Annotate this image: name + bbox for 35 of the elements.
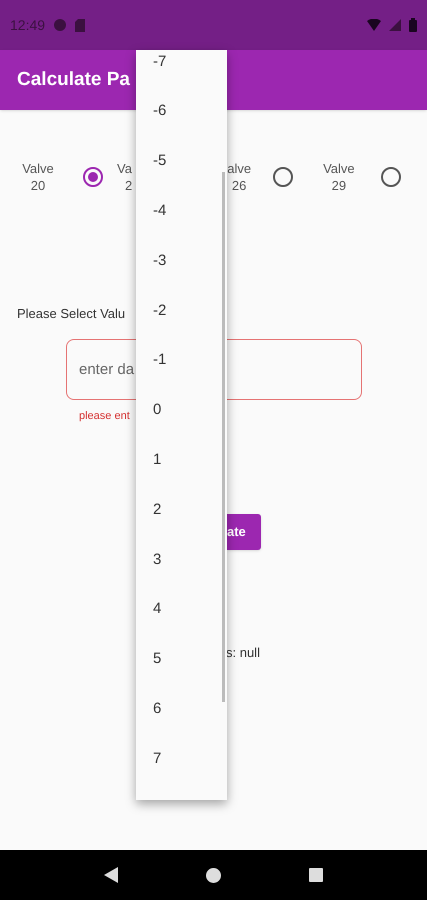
app-title: Calculate Pa <box>17 68 130 92</box>
menu-item[interactable]: -6 <box>136 86 220 137</box>
menu-item[interactable]: 0 <box>136 386 220 436</box>
error-text: please ent <box>79 408 130 424</box>
menu-item[interactable]: 5 <box>136 634 220 684</box>
radio-button[interactable] <box>83 167 103 187</box>
clock: 12:49 <box>10 16 46 34</box>
home-icon[interactable] <box>206 868 221 882</box>
menu-item[interactable]: 4 <box>136 584 220 635</box>
radio-button[interactable] <box>380 167 401 187</box>
prompt-text: Please Select Valu <box>17 305 126 323</box>
menu-item[interactable]: -7 <box>136 50 220 87</box>
notification-icon <box>53 18 68 32</box>
radio-button[interactable] <box>273 167 294 187</box>
menu-item[interactable]: 7 <box>136 734 220 784</box>
menu-item[interactable]: -3 <box>136 236 220 286</box>
menu-item[interactable]: 6 <box>136 684 220 734</box>
menu-item[interactable]: -4 <box>136 186 220 236</box>
menu-item[interactable]: -5 <box>136 136 220 186</box>
wifi-icon <box>367 19 381 31</box>
sd-card-icon <box>75 18 86 32</box>
menu-item[interactable]: 2 <box>136 485 220 535</box>
calculate-button[interactable]: ate <box>227 514 261 550</box>
valve-label: Va 2 <box>117 160 132 194</box>
result-text: s: null <box>226 644 260 662</box>
battery-icon <box>409 18 417 32</box>
menu-item[interactable]: 3 <box>136 534 220 585</box>
valve-label: alve 26 <box>227 160 252 194</box>
menu-item[interactable]: -2 <box>136 286 220 336</box>
menu-item[interactable]: -1 <box>136 336 220 386</box>
valve-label: Valve 20 <box>21 160 55 194</box>
menu-item[interactable]: 1 <box>136 435 220 486</box>
signal-icon <box>389 19 401 31</box>
back-icon[interactable] <box>104 867 118 883</box>
valve-label: Valve 29 <box>323 160 355 194</box>
